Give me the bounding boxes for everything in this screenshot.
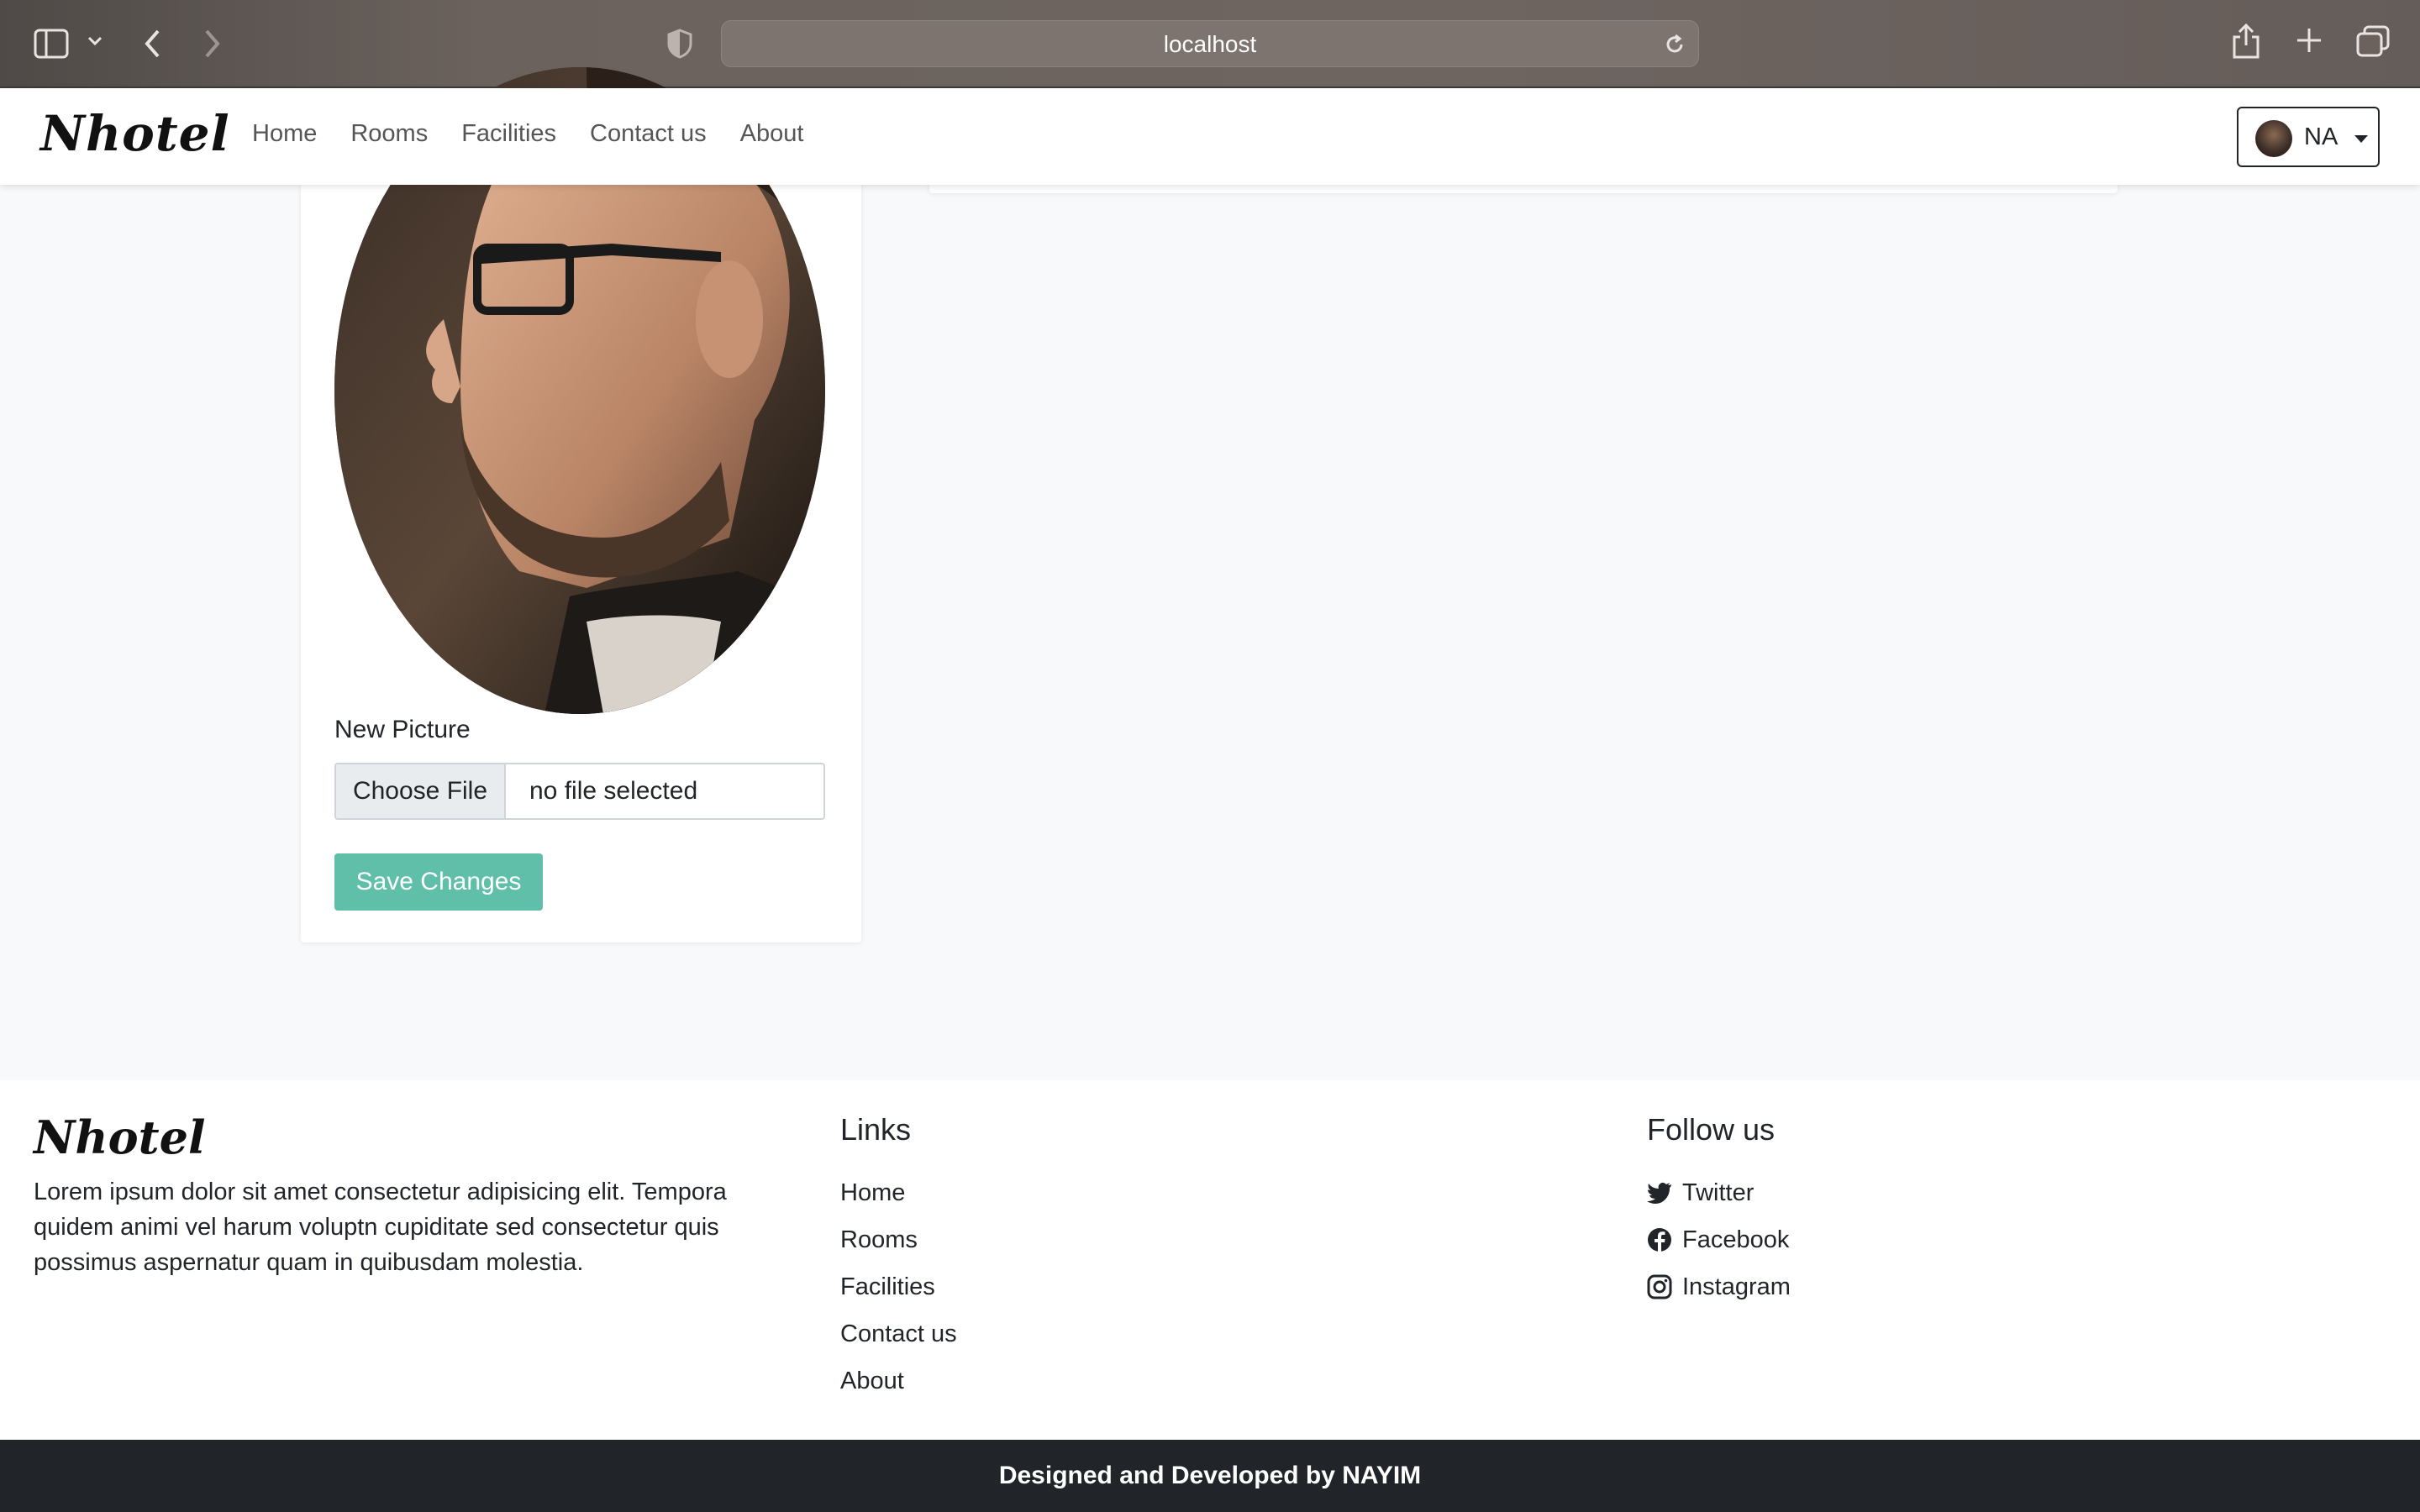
instagram-icon bbox=[1647, 1274, 1672, 1299]
new-picture-label: New Picture bbox=[334, 716, 471, 743]
brand-logo[interactable]: Nhotel bbox=[40, 105, 230, 162]
shield-icon bbox=[667, 29, 692, 59]
footer-description: Lorem ipsum dolor sit amet consectetur a… bbox=[34, 1179, 727, 1276]
nav-link-facilities[interactable]: Facilities bbox=[461, 120, 556, 148]
social-facebook[interactable]: Facebook bbox=[1647, 1216, 1791, 1263]
user-dropdown-button[interactable]: NA bbox=[2237, 107, 2380, 167]
profile-picture-card: New Picture Choose File no file selected… bbox=[301, 67, 861, 942]
file-input[interactable]: Choose File no file selected bbox=[334, 763, 825, 820]
nav-link-rooms[interactable]: Rooms bbox=[350, 120, 428, 148]
footer-links-list: Home Rooms Facilities Contact us About bbox=[840, 1169, 957, 1404]
chevron-down-icon[interactable] bbox=[87, 35, 103, 47]
address-bar[interactable]: localhost bbox=[721, 20, 1699, 67]
reload-icon[interactable] bbox=[1663, 33, 1686, 56]
site-footer: Nhotel Lorem ipsum dolor sit amet consec… bbox=[0, 1080, 2420, 1440]
footer-link-facilities[interactable]: Facilities bbox=[840, 1263, 957, 1310]
footer-brand: Nhotel bbox=[34, 1110, 206, 1164]
footer-link-about[interactable]: About bbox=[840, 1357, 957, 1404]
nav-link-contact[interactable]: Contact us bbox=[590, 120, 707, 148]
sidebar-icon[interactable] bbox=[34, 29, 69, 59]
save-changes-button[interactable]: Save Changes bbox=[334, 853, 543, 911]
social-twitter-label: Twitter bbox=[1682, 1179, 1754, 1206]
footer-link-home[interactable]: Home bbox=[840, 1169, 957, 1216]
user-initials: NA bbox=[2304, 123, 2338, 150]
social-instagram[interactable]: Instagram bbox=[1647, 1263, 1791, 1310]
caret-down-icon bbox=[2354, 135, 2368, 143]
forward-icon[interactable] bbox=[202, 29, 222, 59]
file-status: no file selected bbox=[529, 777, 698, 805]
footer-follow-title: Follow us bbox=[1647, 1112, 1776, 1147]
avatar bbox=[2255, 120, 2292, 157]
browser-toolbar: localhost bbox=[0, 0, 2420, 88]
footer-link-rooms[interactable]: Rooms bbox=[840, 1216, 957, 1263]
footer-credit: Designed and Developed by NAYIM bbox=[0, 1440, 2420, 1512]
facebook-icon bbox=[1648, 1228, 1671, 1252]
social-twitter[interactable]: Twitter bbox=[1647, 1169, 1791, 1216]
footer-link-contact[interactable]: Contact us bbox=[840, 1310, 957, 1357]
url-text: localhost bbox=[1163, 31, 1257, 57]
twitter-icon bbox=[1647, 1182, 1671, 1204]
site-navbar: Nhotel Home Rooms Facilities Contact us … bbox=[0, 88, 2420, 185]
nav-links: Home Rooms Facilities Contact us About bbox=[252, 120, 803, 148]
tabs-icon[interactable] bbox=[2356, 25, 2390, 57]
social-facebook-label: Facebook bbox=[1682, 1226, 1790, 1253]
nav-link-home[interactable]: Home bbox=[252, 120, 317, 148]
share-icon[interactable] bbox=[2232, 24, 2260, 59]
social-instagram-label: Instagram bbox=[1682, 1273, 1791, 1300]
plus-icon[interactable] bbox=[2296, 27, 2323, 54]
choose-file-button[interactable]: Choose File bbox=[336, 764, 506, 818]
footer-social-list: Twitter Facebook Instagram bbox=[1647, 1169, 1791, 1310]
back-icon[interactable] bbox=[143, 29, 163, 59]
footer-links-title: Links bbox=[840, 1112, 912, 1147]
nav-link-about[interactable]: About bbox=[740, 120, 804, 148]
